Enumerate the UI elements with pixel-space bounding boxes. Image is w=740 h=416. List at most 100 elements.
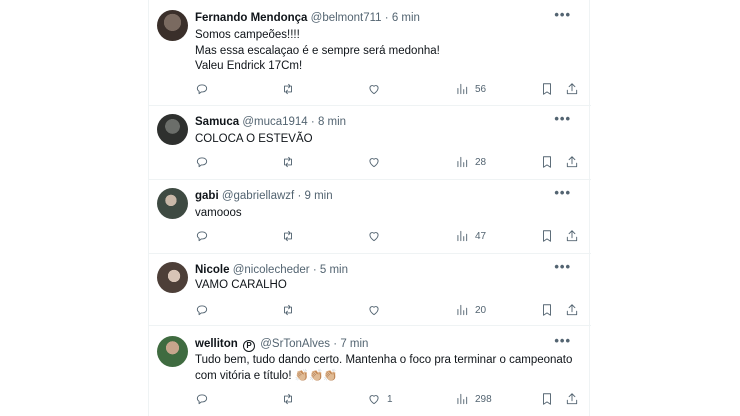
author-handle[interactable]: @gabriellawzf bbox=[222, 190, 294, 202]
repost-button[interactable] bbox=[281, 227, 295, 245]
timestamp[interactable]: 6 min bbox=[392, 12, 420, 24]
bookmark-icon bbox=[543, 156, 551, 168]
timestamp[interactable]: 9 min bbox=[305, 190, 333, 202]
more-icon[interactable]: ••• bbox=[554, 111, 571, 127]
action-bar: 28 bbox=[195, 153, 581, 171]
bookmark-icon bbox=[543, 393, 551, 405]
views-button[interactable]: 28 bbox=[455, 153, 486, 171]
avatar[interactable] bbox=[157, 114, 188, 145]
reply-icon bbox=[196, 305, 208, 316]
share-icon bbox=[566, 393, 578, 405]
share-button[interactable] bbox=[565, 301, 579, 319]
like-button[interactable]: 1 bbox=[367, 390, 393, 408]
reply-icon bbox=[196, 231, 208, 242]
separator: · bbox=[297, 190, 302, 202]
repost-button[interactable] bbox=[281, 390, 295, 408]
author-name[interactable]: Fernando Mendonça bbox=[195, 12, 307, 24]
reply-item[interactable]: Nicole @nicolecheder · 5 min ••• VAMO CA… bbox=[149, 254, 591, 326]
reply-item[interactable]: welliton P @SrTonAlves · 7 min ••• Tudo … bbox=[149, 326, 591, 416]
view-count: 47 bbox=[475, 230, 487, 242]
timestamp[interactable]: 8 min bbox=[318, 116, 346, 128]
like-button[interactable] bbox=[367, 153, 387, 171]
share-button[interactable] bbox=[565, 390, 579, 408]
views-icon bbox=[457, 230, 468, 242]
views-button[interactable]: 56 bbox=[455, 80, 486, 98]
bookmark-icon bbox=[543, 83, 551, 95]
avatar[interactable] bbox=[157, 10, 188, 41]
more-icon[interactable]: ••• bbox=[554, 185, 571, 201]
like-icon bbox=[369, 158, 379, 168]
share-icon bbox=[566, 304, 578, 316]
timestamp[interactable]: 5 min bbox=[320, 264, 348, 276]
reply-button[interactable] bbox=[195, 390, 209, 408]
reply-item[interactable]: Fernando Mendonça @belmont711 · 6 min ••… bbox=[149, 0, 591, 106]
views-icon bbox=[457, 393, 468, 405]
views-button[interactable]: 20 bbox=[455, 301, 486, 319]
more-icon[interactable]: ••• bbox=[554, 7, 571, 23]
repost-icon bbox=[284, 156, 292, 168]
views-icon bbox=[457, 156, 468, 168]
bookmark-button[interactable] bbox=[540, 301, 554, 319]
bookmark-button[interactable] bbox=[540, 227, 554, 245]
share-button[interactable] bbox=[565, 80, 579, 98]
bookmark-icon bbox=[543, 230, 551, 242]
reply-icon bbox=[196, 157, 208, 168]
reply-button[interactable] bbox=[195, 80, 209, 98]
author-handle[interactable]: @muca1914 bbox=[242, 116, 307, 128]
author-handle[interactable]: @SrTonAlves bbox=[260, 338, 330, 350]
action-bar: 1 298 bbox=[195, 390, 581, 408]
repost-button[interactable] bbox=[281, 153, 295, 171]
reply-button[interactable] bbox=[195, 301, 209, 319]
more-icon[interactable]: ••• bbox=[554, 259, 571, 275]
timestamp[interactable]: 7 min bbox=[340, 338, 368, 350]
view-count: 298 bbox=[475, 393, 492, 405]
separator: · bbox=[384, 12, 389, 24]
share-icon bbox=[566, 83, 578, 95]
replies-column: Fernando Mendonça @belmont711 · 6 min ••… bbox=[148, 0, 591, 416]
repost-button[interactable] bbox=[281, 301, 295, 319]
repost-icon bbox=[284, 304, 292, 316]
separator: · bbox=[312, 264, 317, 276]
bookmark-button[interactable] bbox=[540, 80, 554, 98]
reply-text: Somos campeões!!!! Mas essa escalaçao é … bbox=[195, 29, 440, 72]
avatar[interactable] bbox=[157, 188, 188, 219]
like-count: 1 bbox=[387, 393, 393, 405]
like-button[interactable] bbox=[367, 227, 387, 245]
view-count: 56 bbox=[475, 83, 487, 95]
author-name[interactable]: gabi bbox=[195, 190, 219, 202]
reply-button[interactable] bbox=[195, 153, 209, 171]
author-name[interactable]: welliton bbox=[195, 338, 238, 350]
more-icon[interactable]: ••• bbox=[554, 333, 571, 349]
share-icon bbox=[566, 156, 578, 168]
repost-button[interactable] bbox=[281, 80, 295, 98]
bookmark-button[interactable] bbox=[540, 153, 554, 171]
author-name[interactable]: Nicole bbox=[195, 264, 230, 276]
like-button[interactable] bbox=[367, 80, 387, 98]
author-handle[interactable]: @belmont711 bbox=[311, 12, 382, 24]
reply-icon bbox=[196, 394, 208, 405]
reply-item[interactable]: gabi @gabriellawzf · 9 min ••• vamooos 4… bbox=[149, 180, 591, 254]
like-icon bbox=[369, 306, 379, 316]
views-button[interactable]: 298 bbox=[455, 390, 492, 408]
view-count: 28 bbox=[475, 156, 487, 168]
reply-text: COLOCA O ESTEVÃO bbox=[195, 133, 313, 145]
views-button[interactable]: 47 bbox=[455, 227, 486, 245]
reply-item[interactable]: Samuca @muca1914 · 8 min ••• COLOCA O ES… bbox=[149, 106, 591, 180]
views-icon bbox=[457, 304, 468, 316]
share-button[interactable] bbox=[565, 153, 579, 171]
avatar[interactable] bbox=[157, 262, 188, 293]
repost-icon bbox=[284, 230, 292, 242]
avatar[interactable] bbox=[157, 336, 188, 367]
bookmark-button[interactable] bbox=[540, 390, 554, 408]
share-icon bbox=[566, 230, 578, 242]
like-button[interactable] bbox=[367, 301, 387, 319]
author-name[interactable]: Samuca bbox=[195, 116, 239, 128]
author-handle[interactable]: @nicolecheder bbox=[233, 264, 310, 276]
action-bar: 47 bbox=[195, 227, 581, 245]
reply-button[interactable] bbox=[195, 227, 209, 245]
bookmark-icon bbox=[543, 304, 551, 316]
like-icon bbox=[369, 232, 379, 242]
reply-text: VAMO CARALHO bbox=[195, 279, 287, 291]
view-count: 20 bbox=[475, 304, 487, 316]
share-button[interactable] bbox=[565, 227, 579, 245]
